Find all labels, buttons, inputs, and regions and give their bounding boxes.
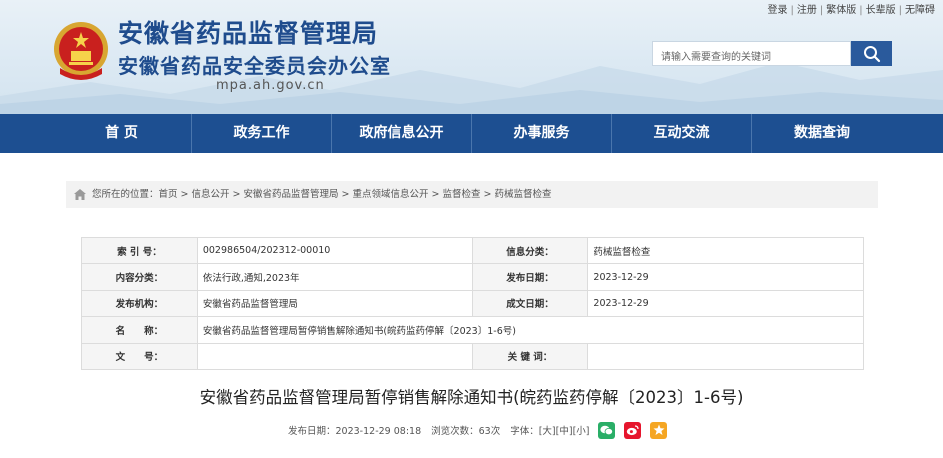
- breadcrumb-item[interactable]: 药械监督检查: [494, 189, 551, 200]
- document-number-value: [196, 342, 473, 370]
- nav-government-work[interactable]: 政务工作: [192, 114, 332, 153]
- home-icon: [74, 189, 86, 200]
- breadcrumb-item[interactable]: 监督检查: [442, 189, 480, 200]
- register-link[interactable]: 注册: [797, 5, 817, 16]
- breadcrumb-separator: >: [232, 189, 241, 200]
- traditional-link[interactable]: 繁体版: [826, 5, 856, 16]
- written-date-value: 2023-12-29: [587, 289, 864, 318]
- national-emblem-icon: [54, 22, 108, 80]
- font-small-button[interactable]: [小]: [573, 423, 590, 437]
- site-title: 安徽省药品监督管理局: [118, 19, 379, 48]
- content-type-label: 内容分类：: [81, 263, 198, 291]
- breadcrumb-prefix: 您所在的位置：: [92, 189, 159, 200]
- breadcrumb-separator: >: [483, 189, 492, 200]
- article-title: 安徽省药品监督管理局暂停销售解除通知书(皖药监药停解〔2023〕1-6号): [199, 388, 744, 407]
- breadcrumb-item[interactable]: 重点领域信息公开: [352, 189, 428, 200]
- site-domain: mpa.ah.gov.cn: [216, 78, 325, 93]
- search-input[interactable]: 请输入需要查询的关键词: [652, 41, 851, 66]
- breadcrumb-item[interactable]: 安徽省药品监督管理局: [243, 189, 338, 200]
- top-links: 登录 | 注册 | 繁体版 | 长辈版 | 无障碍: [767, 5, 936, 16]
- view-count: 浏览次数：63次: [431, 426, 501, 437]
- login-link[interactable]: 登录: [768, 5, 788, 16]
- publisher-label: 发布机构：: [81, 289, 198, 318]
- site-header: 安徽省药品监督管理局 安徽省药品安全委员会办公室 mpa.ah.gov.cn 登…: [0, 0, 943, 114]
- publish-time: 发布日期：2023-12-29 08:18: [288, 426, 422, 437]
- written-date-label: 成文日期：: [471, 289, 589, 318]
- font-size-label: 字体：: [510, 426, 539, 437]
- keywords-value: [587, 342, 864, 370]
- article-info-bar: 发布日期：2023-12-29 08:18 浏览次数：63次 字体： [大] […: [288, 420, 668, 440]
- breadcrumb-item[interactable]: 首页: [159, 189, 178, 200]
- nav-data-query[interactable]: 数据查询: [752, 114, 892, 153]
- weibo-share-button[interactable]: [624, 421, 642, 439]
- document-name-value: 安徽省药品监督管理局暂停销售解除通知书(皖药监药停解〔2023〕1-6号): [196, 316, 865, 344]
- index-label: 索 引 号：: [81, 236, 198, 265]
- search-icon: [863, 45, 880, 62]
- font-large-button[interactable]: [大]: [539, 423, 556, 437]
- weibo-icon: [627, 424, 640, 435]
- index-value: 002986504/202312-00010: [196, 236, 473, 265]
- site-subtitle: 安徽省药品安全委员会办公室: [118, 54, 391, 78]
- publish-date-value: 2023-12-29: [587, 263, 864, 291]
- category-label: 信息分类：: [471, 236, 589, 265]
- content-type-value: 依法行政,通知,2023年: [196, 263, 473, 291]
- nav-home[interactable]: 首 页: [52, 114, 192, 153]
- star-icon: [653, 424, 665, 435]
- elder-mode-link[interactable]: 长辈版: [866, 5, 896, 16]
- category-value: 药械监督检查: [587, 236, 864, 265]
- breadcrumb: 您所在的位置：首页 > 信息公开 > 安徽省药品监督管理局 > 重点领域信息公开 > 监督检查 >…: [66, 181, 878, 208]
- breadcrumb-item[interactable]: 信息公开: [192, 189, 230, 200]
- search-button[interactable]: [851, 41, 892, 66]
- keywords-label: 关 键 词：: [471, 342, 589, 370]
- breadcrumb-separator: >: [341, 189, 350, 200]
- document-number-label: 文 号：: [81, 342, 198, 370]
- qzone-share-button[interactable]: [650, 421, 668, 439]
- accessibility-link[interactable]: 无障碍: [905, 5, 935, 16]
- nav-services[interactable]: 办事服务: [472, 114, 612, 153]
- document-meta-table: 索 引 号： 002986504/202312-00010 信息分类： 药械监督…: [81, 236, 865, 370]
- breadcrumb-separator: >: [180, 189, 189, 200]
- nav-info-disclosure[interactable]: 政府信息公开: [332, 114, 472, 153]
- nav-interaction[interactable]: 互动交流: [612, 114, 752, 153]
- font-medium-button[interactable]: [中]: [556, 423, 573, 437]
- publisher-value: 安徽省药品监督管理局: [196, 289, 473, 318]
- main-nav: 首 页 政务工作 政府信息公开 办事服务 互动交流 数据查询: [0, 114, 943, 153]
- breadcrumb-separator: >: [431, 189, 440, 200]
- wechat-icon: [600, 425, 614, 435]
- document-name-label: 名 称：: [81, 316, 198, 344]
- publish-date-label: 发布日期：: [471, 263, 589, 291]
- wechat-share-button[interactable]: [598, 421, 616, 439]
